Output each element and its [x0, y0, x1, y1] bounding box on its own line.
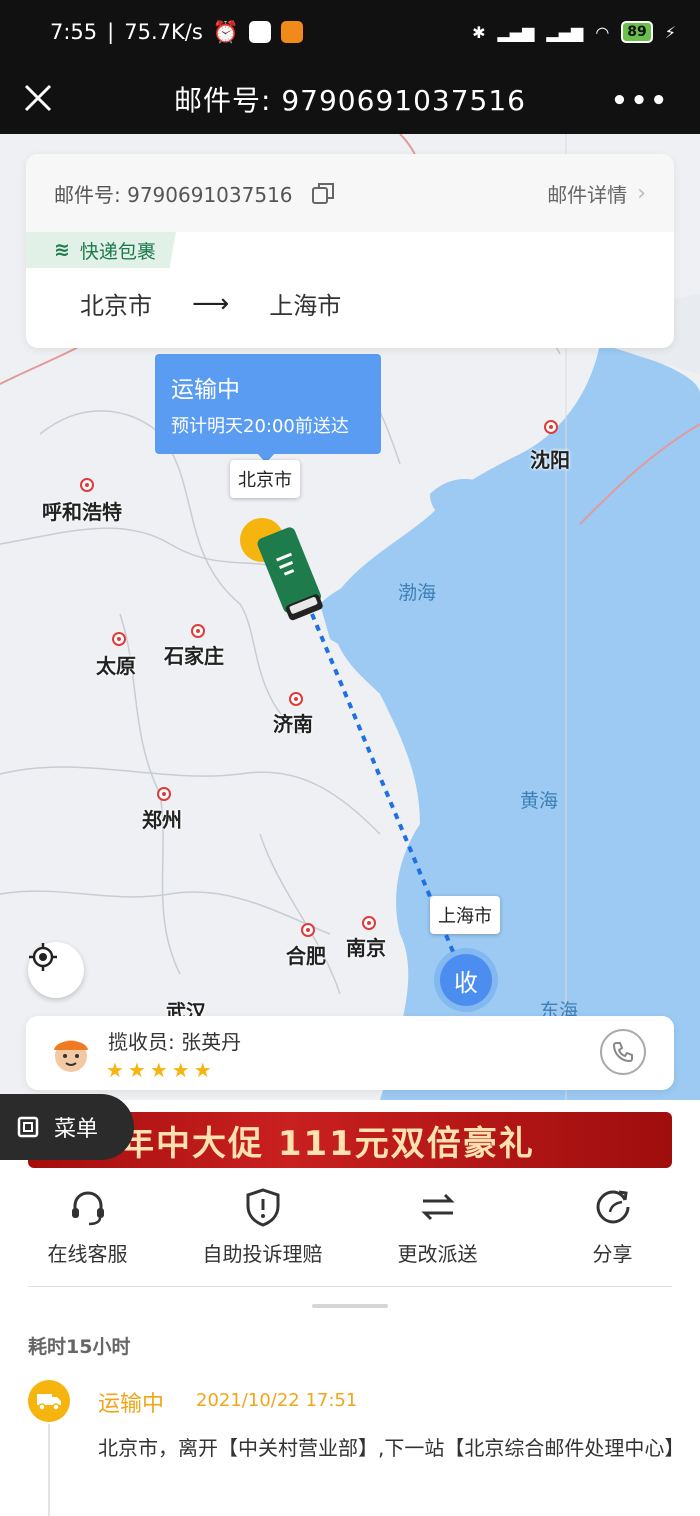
map-city-nanjing: 南京: [346, 936, 386, 960]
timeline-time: 2021/10/22 17:51: [196, 1390, 358, 1411]
share-icon: [595, 1190, 629, 1224]
phone-icon: [612, 1042, 633, 1063]
locate-button[interactable]: [28, 942, 84, 998]
collector-card: 揽收员: 张英丹 ★★★★★: [26, 1016, 674, 1090]
page-title: 邮件号: 9790691037516: [174, 84, 526, 117]
signal-icon: ▂▄▆: [497, 22, 535, 42]
map-city-shijiazhuang: 石家庄: [164, 644, 224, 668]
courier-avatar-icon: [54, 1040, 88, 1072]
call-button[interactable]: [600, 1029, 646, 1075]
chevron-right-icon: ›: [637, 180, 646, 206]
route-summary: 北京市 ⟶ 上海市: [80, 286, 341, 321]
signal-hd-icon: ▂▄▆: [546, 22, 584, 42]
timeline-status: 运输中: [98, 1392, 165, 1417]
shield-alert-icon: [246, 1188, 279, 1227]
map-marker-taiyuan: [112, 632, 126, 646]
alarm-icon: ⏰: [212, 19, 239, 44]
map-marker-hefei: [301, 923, 315, 937]
destination-pin-label: 上海市: [430, 896, 500, 934]
imou-app-icon: [280, 21, 303, 43]
bluetooth-icon: ✱: [472, 22, 486, 42]
mail-detail-label: 邮件详情: [547, 182, 628, 207]
map-sea-bohai: 渤海: [398, 582, 437, 604]
destination-receive-marker[interactable]: 收: [440, 954, 492, 1006]
timeline-connector: [48, 1424, 50, 1516]
close-icon[interactable]: [20, 80, 56, 116]
tracking-number: 邮件号: 9790691037516: [54, 182, 293, 207]
map-sea-huanghai: 黄海: [520, 790, 559, 812]
menu-label: 菜单: [54, 1117, 99, 1142]
transit-status-bubble: 运输中 预计明天20:00前送达: [155, 354, 381, 463]
map-city-hefei: 合肥: [286, 944, 326, 968]
map-city-zhengzhou: 郑州: [142, 808, 182, 832]
map-marker-shijiazhuang: [191, 624, 205, 638]
charging-icon: ⚡: [664, 22, 676, 42]
action-bar: 在线客服 自助投诉理赔 更改派送 分享: [0, 1186, 700, 1286]
origin-pin-label: 北京市: [230, 460, 300, 498]
map-marker-shenyang: [544, 420, 558, 434]
status-time: 7:55: [50, 20, 98, 44]
menu-button[interactable]: 菜单: [0, 1094, 134, 1160]
map-marker-hohhot: [80, 478, 94, 492]
timeline-description: 北京市，离开【中关村营业部】,下一站【北京综合邮件处理中心】: [98, 1436, 685, 1460]
menu-icon: [17, 1116, 39, 1138]
copy-icon[interactable]: [311, 181, 335, 205]
route-origin: 北京市: [80, 292, 152, 320]
swap-icon: [420, 1193, 455, 1221]
map-marker-jinan: [289, 692, 303, 706]
map-marker-nanjing: [362, 916, 376, 930]
route-destination: 上海市: [269, 292, 342, 320]
action-label: 更改派送: [397, 1242, 478, 1266]
drag-handle[interactable]: [312, 1304, 388, 1308]
bottom-sheet: 年中大促 111元双倍豪礼 在线客服 自助投诉理赔 更改派送 分享 耗时15小时…: [0, 1100, 700, 1516]
change-delivery-button[interactable]: 更改派送: [350, 1186, 525, 1286]
collector-name: 揽收员: 张英丹: [108, 1030, 242, 1054]
shipment-info-card: 邮件号: 9790691037516 邮件详情 › ≋ 快递包裹 北京市 ⟶ 上…: [26, 154, 674, 348]
transit-status-title: 运输中: [171, 377, 240, 403]
play-store-icon: [248, 21, 271, 43]
title-bar: 邮件号: 9790691037516 •••: [0, 64, 700, 134]
headset-icon: [71, 1191, 104, 1226]
complaint-claim-button[interactable]: 自助投诉理赔: [175, 1186, 350, 1286]
arrow-right-icon: ⟶: [192, 288, 230, 319]
status-bar: 7:55 | 75.7K/s ⏰ ✱ ▂▄▆ ▂▄▆ ◠ 89 ⚡: [0, 0, 700, 64]
truck-icon: [240, 518, 323, 621]
online-service-button[interactable]: 在线客服: [0, 1186, 175, 1286]
package-type-tag: ≋ 快递包裹: [26, 232, 196, 268]
map-city-shenyang: 沈阳: [530, 448, 570, 472]
truck-status-icon: [28, 1380, 70, 1422]
status-speed: 75.7K/s: [124, 20, 203, 44]
rating-stars: ★★★★★: [106, 1058, 216, 1082]
ems-logo-icon: ≋: [54, 239, 70, 261]
map-city-taiyuan: 太原: [96, 654, 136, 678]
more-icon[interactable]: •••: [611, 86, 670, 116]
battery-icon: 89: [621, 21, 653, 43]
transit-duration: 耗时15小时: [28, 1336, 131, 1358]
divider: [28, 1286, 672, 1287]
map-city-jinan: 济南: [273, 712, 313, 736]
package-type-label: 快递包裹: [79, 240, 156, 263]
locate-icon: [29, 943, 57, 971]
map-marker-zhengzhou: [157, 787, 171, 801]
action-label: 自助投诉理赔: [202, 1242, 323, 1266]
tracking-row: 邮件号: 9790691037516 邮件详情 ›: [26, 154, 674, 232]
action-label: 在线客服: [47, 1242, 128, 1266]
map-city-hohhot: 呼和浩特: [42, 500, 122, 524]
action-label: 分享: [592, 1242, 633, 1266]
transit-eta: 预计明天20:00前送达: [171, 416, 349, 437]
mail-detail-link[interactable]: 邮件详情 ›: [547, 179, 646, 208]
share-button[interactable]: 分享: [525, 1186, 700, 1286]
wifi-icon: ◠: [595, 22, 610, 42]
